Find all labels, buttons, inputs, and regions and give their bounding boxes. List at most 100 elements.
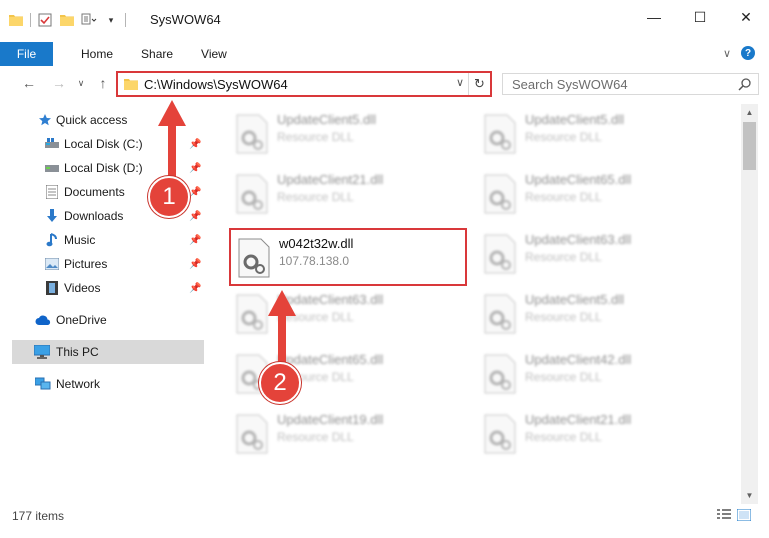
ribbon-controls: ∨ ? bbox=[723, 46, 755, 60]
dll-file-icon bbox=[484, 234, 516, 274]
download-icon bbox=[44, 208, 60, 224]
address-dropdown-button[interactable]: ∨ bbox=[456, 76, 464, 89]
sidebar-item-pictures[interactable]: Pictures 📌 bbox=[0, 252, 205, 276]
sidebar-item-label: Videos bbox=[64, 281, 101, 295]
file-description: Resource DLL bbox=[525, 370, 602, 384]
file-item[interactable]: UpdateClient5.dll Resource DLL bbox=[229, 106, 464, 162]
sidebar-item-network[interactable]: Network bbox=[0, 372, 205, 396]
file-description: Resource DLL bbox=[277, 430, 354, 444]
sidebar-item-label: Local Disk (D:) bbox=[64, 161, 143, 175]
dll-file-icon bbox=[236, 114, 268, 154]
sidebar-item-music[interactable]: Music 📌 bbox=[0, 228, 205, 252]
pin-icon[interactable]: 📌 bbox=[189, 283, 201, 294]
file-name: UpdateClient5.dll bbox=[525, 112, 625, 127]
back-button[interactable]: ← bbox=[20, 74, 38, 92]
tab-view[interactable]: View bbox=[187, 42, 241, 66]
expand-ribbon-button[interactable]: ∨ bbox=[723, 47, 731, 60]
sidebar-item-onedrive[interactable]: OneDrive bbox=[0, 308, 205, 332]
file-description: Resource DLL bbox=[525, 310, 602, 324]
network-icon bbox=[35, 376, 51, 392]
step-1-badge: 1 bbox=[148, 176, 190, 218]
file-description: 107.78.138.0 bbox=[279, 254, 350, 268]
scroll-down-button[interactable]: ▼ bbox=[741, 487, 758, 504]
toolbar-separator bbox=[125, 13, 126, 27]
navigation-bar: ← → ∨ ↑ C:\Windows\SysWOW64 ∨ ↻ Search S… bbox=[0, 68, 769, 100]
chevron-down-icon[interactable]: ▾ bbox=[103, 12, 119, 28]
recent-locations-button[interactable]: ∨ bbox=[72, 74, 90, 92]
tab-file[interactable]: File bbox=[0, 42, 53, 66]
sidebar-item-label: Documents bbox=[64, 185, 125, 199]
file-description: Resource DLL bbox=[525, 130, 602, 144]
window-controls: — ☐ ✕ bbox=[631, 0, 769, 34]
sidebar-item-this-pc[interactable]: This PC bbox=[12, 340, 204, 364]
file-item[interactable]: UpdateClient65.dll Resource DLL bbox=[477, 166, 712, 222]
search-box[interactable]: Search SysWOW64 bbox=[502, 73, 759, 95]
sidebar-item-label: This PC bbox=[56, 345, 99, 359]
details-view-icon[interactable] bbox=[717, 509, 731, 524]
help-icon[interactable]: ? bbox=[741, 46, 755, 60]
scroll-thumb[interactable] bbox=[743, 122, 756, 170]
dll-file-icon bbox=[484, 294, 516, 334]
new-folder-icon[interactable] bbox=[59, 12, 75, 28]
dll-file-icon bbox=[238, 238, 270, 278]
minimize-button[interactable]: — bbox=[631, 0, 677, 34]
folder-icon bbox=[124, 78, 138, 93]
file-name: UpdateClient63.dll bbox=[525, 232, 632, 247]
file-name: UpdateClient5.dll bbox=[525, 292, 625, 307]
file-description: Resource DLL bbox=[277, 130, 354, 144]
pin-icon[interactable]: 📌 bbox=[189, 187, 201, 198]
drive-icon bbox=[44, 160, 60, 176]
file-description: Resource DLL bbox=[525, 190, 602, 204]
maximize-button[interactable]: ☐ bbox=[677, 0, 723, 34]
address-bar[interactable]: C:\Windows\SysWOW64 ∨ ↻ bbox=[116, 71, 492, 97]
sidebar-item-label: Downloads bbox=[64, 209, 124, 223]
close-button[interactable]: ✕ bbox=[723, 0, 769, 34]
scroll-up-button[interactable]: ▲ bbox=[741, 104, 758, 121]
file-item[interactable]: UpdateClient21.dll Resource DLL bbox=[229, 166, 464, 222]
folder-icon bbox=[8, 12, 24, 28]
computer-icon bbox=[34, 344, 50, 360]
forward-button[interactable]: → bbox=[50, 74, 68, 92]
sidebar-item-label: Pictures bbox=[64, 257, 108, 271]
file-item[interactable]: UpdateClient5.dll Resource DLL bbox=[477, 106, 712, 162]
vertical-scrollbar[interactable]: ▲ ▼ bbox=[741, 104, 758, 504]
file-item-highlighted[interactable]: w042t32w.dll 107.78.138.0 bbox=[229, 228, 467, 286]
sidebar-item-label: Network bbox=[56, 377, 101, 391]
sidebar-item-label: Local Disk (C:) bbox=[64, 137, 143, 151]
large-icons-view-icon[interactable] bbox=[736, 508, 752, 524]
properties-icon[interactable] bbox=[37, 12, 53, 28]
pin-icon[interactable]: 📌 bbox=[189, 235, 201, 246]
sidebar-item-label: Quick access bbox=[56, 113, 128, 127]
file-name: UpdateClient21.dll bbox=[277, 172, 384, 187]
videos-icon bbox=[44, 280, 60, 296]
pin-icon[interactable]: 📌 bbox=[189, 139, 201, 150]
dll-file-icon bbox=[236, 294, 268, 334]
pin-icon[interactable]: 📌 bbox=[189, 211, 201, 222]
tab-home[interactable]: Home bbox=[53, 42, 127, 66]
view-switcher bbox=[717, 508, 752, 524]
dll-file-icon bbox=[484, 114, 516, 154]
tab-share[interactable]: Share bbox=[127, 42, 187, 66]
sidebar-item-label: Music bbox=[64, 233, 96, 247]
file-item[interactable]: UpdateClient21.dll Resource DLL bbox=[477, 406, 712, 462]
file-item[interactable]: UpdateClient63.dll Resource DLL bbox=[477, 226, 712, 282]
pin-icon[interactable]: 📌 bbox=[189, 259, 201, 270]
customize-toolbar-icon[interactable] bbox=[81, 12, 97, 28]
window-title: SysWOW64 bbox=[150, 12, 221, 27]
file-description: Resource DLL bbox=[525, 250, 602, 264]
sidebar-item-videos[interactable]: Videos 📌 bbox=[0, 276, 205, 300]
file-item[interactable]: UpdateClient5.dll Resource DLL bbox=[477, 286, 712, 342]
refresh-button[interactable]: ↻ bbox=[468, 73, 490, 95]
search-icon[interactable] bbox=[738, 77, 752, 94]
pin-icon[interactable]: 📌 bbox=[189, 163, 201, 174]
file-item[interactable]: UpdateClient19.dll Resource DLL bbox=[229, 406, 464, 462]
dll-file-icon bbox=[236, 414, 268, 454]
star-icon bbox=[37, 112, 53, 128]
up-button[interactable]: ↑ bbox=[94, 74, 112, 92]
file-name: UpdateClient19.dll bbox=[277, 412, 384, 427]
file-item[interactable]: UpdateClient42.dll Resource DLL bbox=[477, 346, 712, 402]
file-name: UpdateClient21.dll bbox=[525, 412, 632, 427]
dll-file-icon bbox=[484, 354, 516, 394]
address-path[interactable]: C:\Windows\SysWOW64 bbox=[144, 77, 288, 92]
search-placeholder[interactable]: Search SysWOW64 bbox=[512, 77, 628, 92]
